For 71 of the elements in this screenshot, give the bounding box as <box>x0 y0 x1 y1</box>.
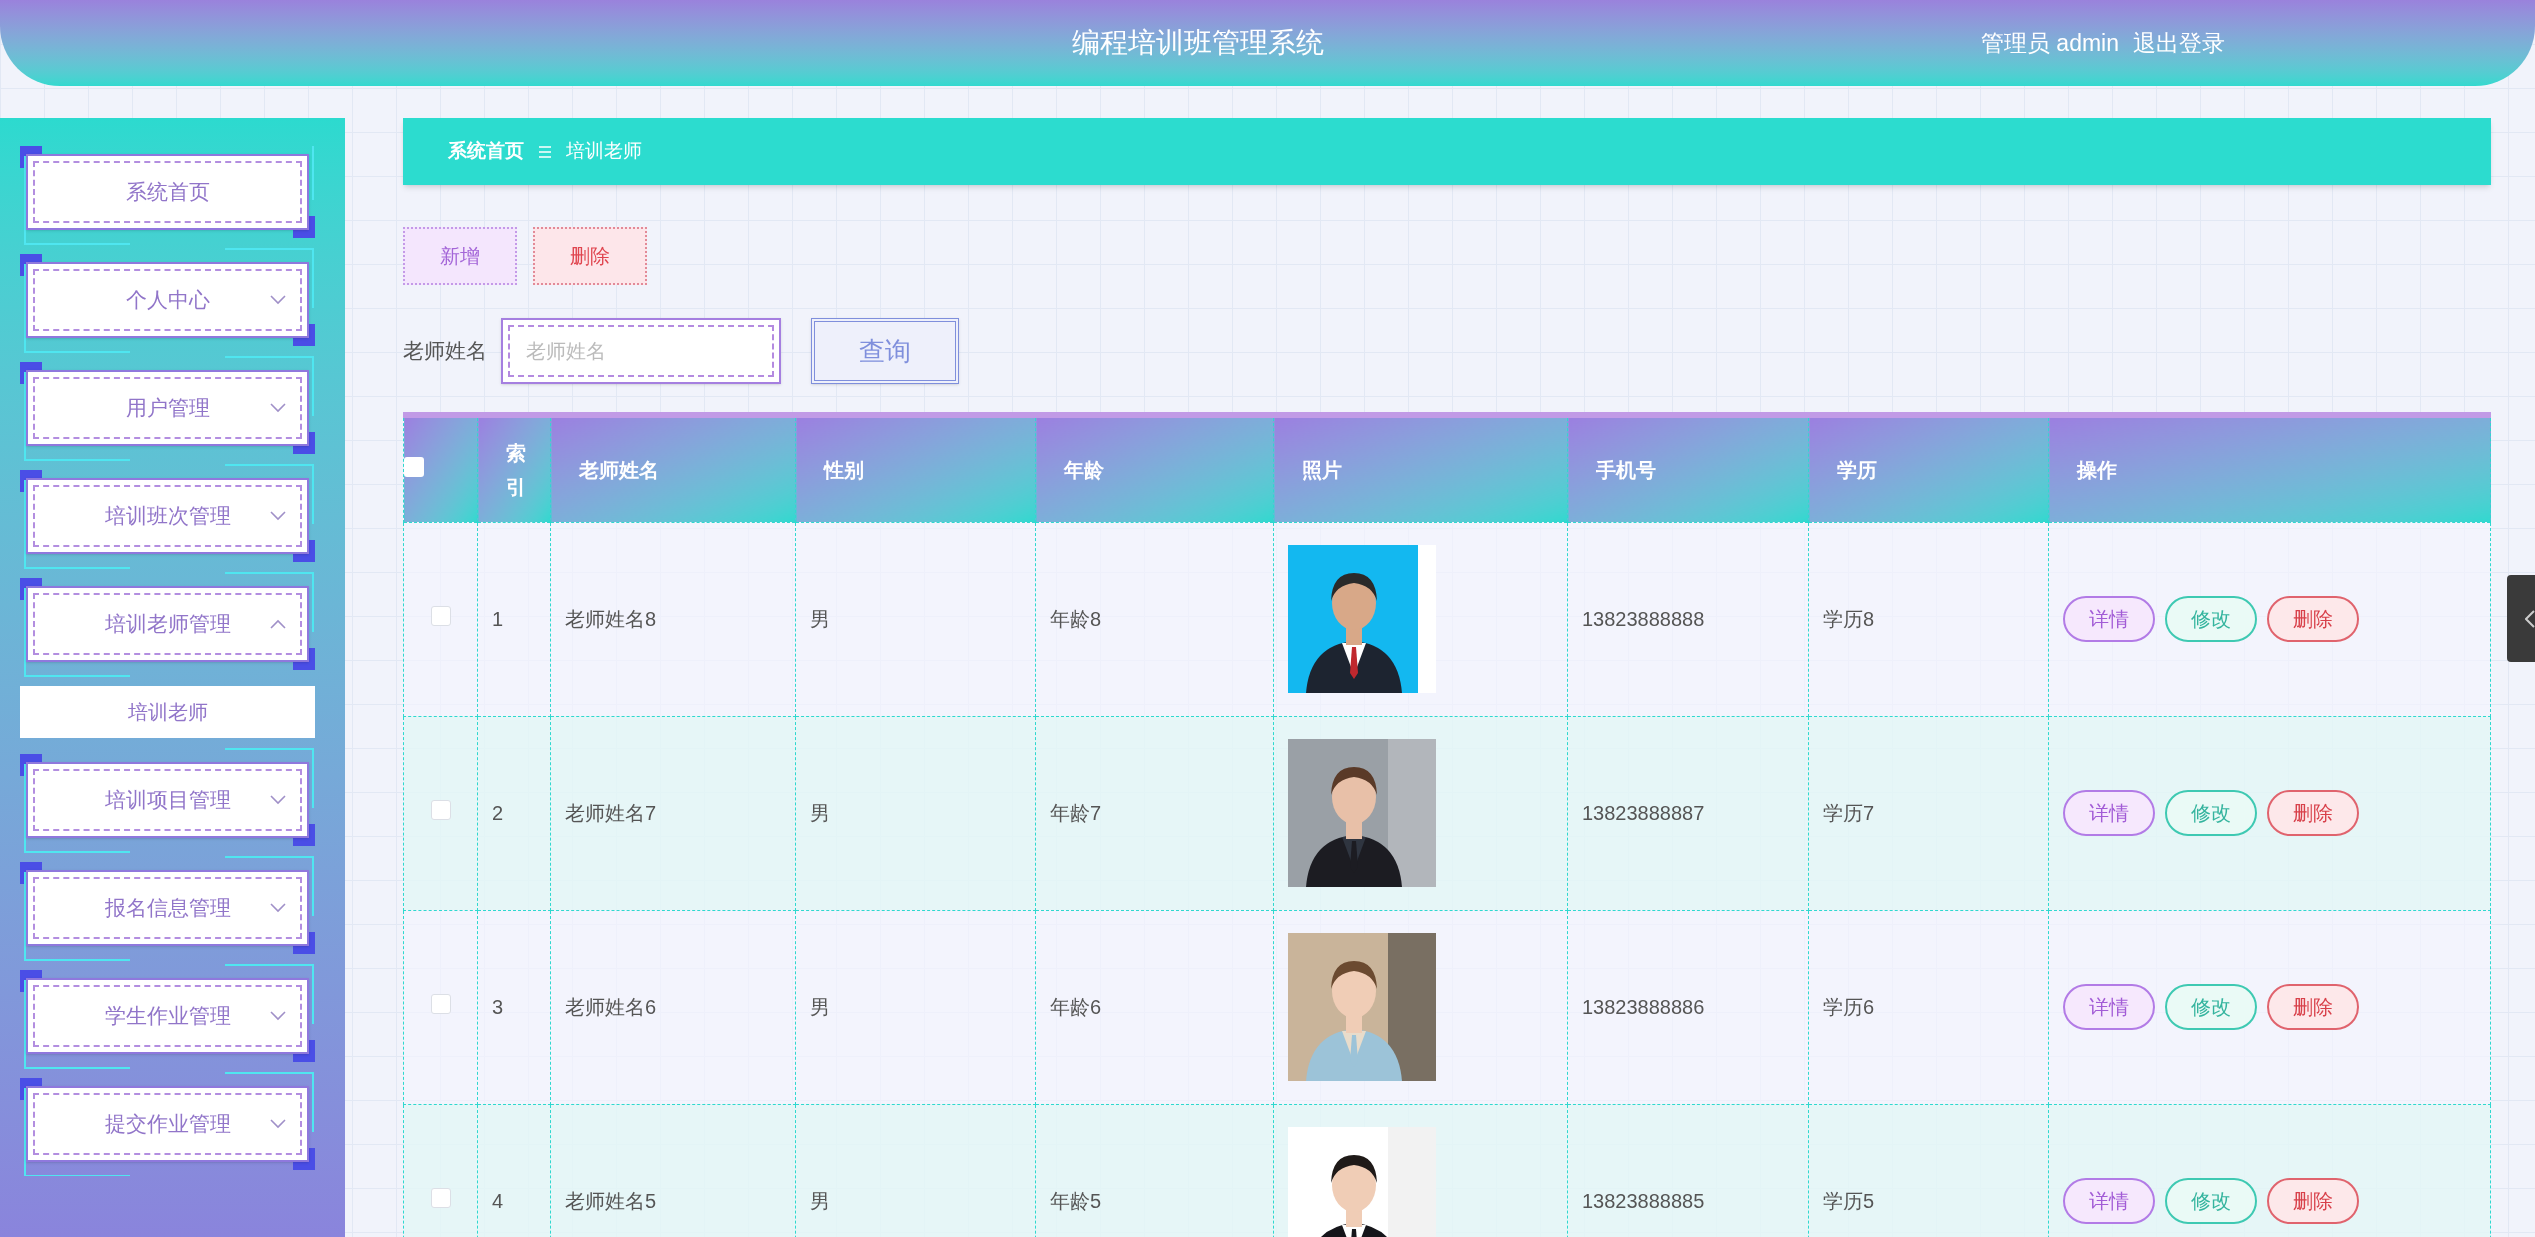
detail-button[interactable]: 详情 <box>2063 1178 2155 1224</box>
table-cell: 4 <box>492 1190 504 1212</box>
column-header: 年龄 <box>1064 458 1104 481</box>
table-cell: 老师姓名6 <box>565 996 657 1018</box>
table-cell: 学历6 <box>1823 996 1875 1018</box>
row-checkbox[interactable] <box>430 800 451 820</box>
app-title: 编程培训班管理系统 <box>1070 26 1325 60</box>
column-header: 索引 <box>506 440 526 500</box>
edit-button[interactable]: 修改 <box>2165 984 2257 1030</box>
menu-item[interactable]: 提交作业管理 <box>26 1086 309 1162</box>
edit-button[interactable]: 修改 <box>2165 596 2257 642</box>
logout-link[interactable]: 退出登录 <box>2133 25 2225 61</box>
detail-button[interactable]: 详情 <box>2063 790 2155 836</box>
table-cell: 男 <box>810 1190 830 1212</box>
menu-item[interactable]: 系统首页 <box>26 154 309 230</box>
table-cell: 男 <box>810 802 830 824</box>
table-cell: 老师姓名7 <box>565 802 657 824</box>
table-cell: 男 <box>810 608 830 630</box>
table-cell: 学历8 <box>1823 608 1875 630</box>
row-checkbox[interactable] <box>430 994 451 1014</box>
delete-button[interactable]: 删除 <box>2267 1178 2359 1224</box>
table-cell: 年龄7 <box>1050 802 1102 824</box>
menu-item[interactable]: 学生作业管理 <box>26 978 309 1054</box>
edit-button[interactable]: 修改 <box>2165 790 2257 836</box>
table-cell: 男 <box>810 996 830 1018</box>
table-cell: 13823888886 <box>1582 996 1705 1018</box>
column-header: 老师姓名 <box>579 458 659 481</box>
table-cell: 年龄8 <box>1050 608 1102 630</box>
delete-button[interactable]: 删除 <box>533 227 647 285</box>
table-cell: 年龄5 <box>1050 1190 1102 1212</box>
user-label: 管理员 admin <box>1980 28 2119 58</box>
edit-button[interactable]: 修改 <box>2165 1178 2257 1224</box>
select-all-checkbox[interactable] <box>404 456 424 477</box>
table-cell: 老师姓名5 <box>565 1190 657 1212</box>
breadcrumb-current: 培训老师 <box>566 139 642 164</box>
menu-item[interactable]: 培训老师管理 <box>26 586 309 662</box>
table-cell: 老师姓名8 <box>565 608 657 630</box>
column-header: 操作 <box>2077 458 2117 481</box>
table-cell: 2 <box>492 802 504 824</box>
search-field[interactable]: 老师姓名 <box>501 318 781 384</box>
table-cell: 1 <box>492 608 504 630</box>
detail-button[interactable]: 详情 <box>2063 984 2155 1030</box>
collapse-tab[interactable] <box>2507 575 2535 662</box>
menu-item[interactable]: 培训项目管理 <box>26 762 309 838</box>
chevron-left-icon <box>2525 609 2535 628</box>
row-checkbox[interactable] <box>430 606 451 626</box>
search-label: 老师姓名 <box>403 338 487 365</box>
delete-button[interactable]: 删除 <box>2267 596 2359 642</box>
table-cell: 3 <box>492 996 504 1018</box>
menu-item[interactable]: 报名信息管理 <box>26 870 309 946</box>
add-button[interactable]: 新增 <box>403 227 517 285</box>
column-header: 学历 <box>1837 458 1877 481</box>
menu-item[interactable]: 用户管理 <box>26 370 309 446</box>
table-cell: 13823888887 <box>1582 802 1705 824</box>
detail-button[interactable]: 详情 <box>2063 596 2155 642</box>
table-cell: 13823888888 <box>1582 608 1705 630</box>
column-header: 照片 <box>1302 458 1342 481</box>
submenu-item[interactable]: 培训老师 <box>20 686 315 738</box>
column-header: 性别 <box>824 458 864 481</box>
menu-item[interactable]: 培训班次管理 <box>26 478 309 554</box>
row-checkbox[interactable] <box>430 1188 451 1208</box>
separator-icon <box>538 144 552 159</box>
delete-button[interactable]: 删除 <box>2267 790 2359 836</box>
search-button[interactable]: 查询 <box>811 318 959 384</box>
table-cell: 学历7 <box>1823 802 1875 824</box>
table-cell: 学历5 <box>1823 1190 1875 1212</box>
menu-item[interactable]: 个人中心 <box>26 262 309 338</box>
delete-button[interactable]: 删除 <box>2267 984 2359 1030</box>
column-header: 手机号 <box>1596 458 1656 481</box>
table-cell: 13823888885 <box>1582 1190 1705 1212</box>
table-cell: 年龄6 <box>1050 996 1102 1018</box>
